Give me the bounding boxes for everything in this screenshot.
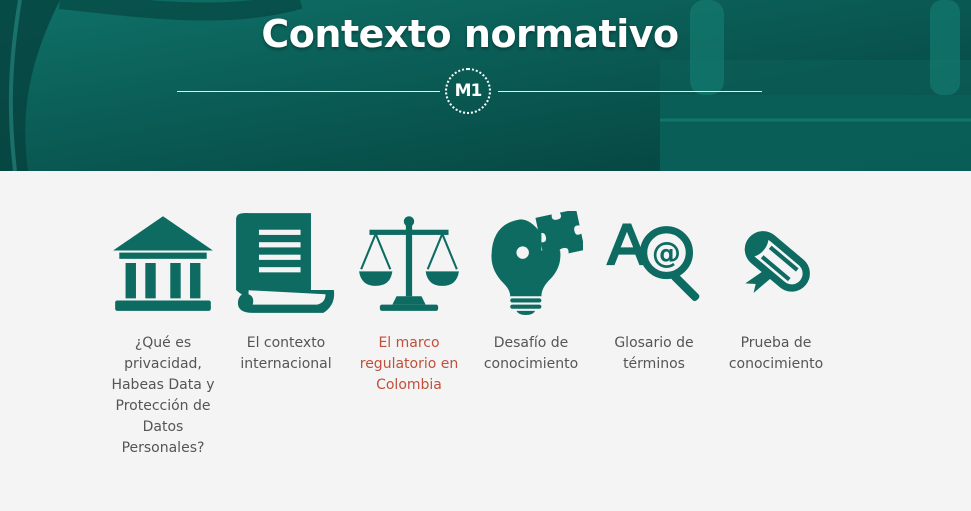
menu-item-label: Prueba de conocimiento	[728, 335, 824, 372]
module-badge: M1	[445, 68, 491, 114]
menu-item-label: Glosario de términos	[614, 335, 694, 372]
title-divider-right	[498, 91, 762, 92]
scroll-document-icon	[236, 213, 335, 313]
building-icon	[113, 216, 213, 311]
diploma-icon	[744, 231, 810, 294]
menu-item-label: El marco regulatorio en Colombia	[359, 335, 459, 393]
menu-item-contexto-internacional[interactable]: El contexto internacional	[226, 211, 346, 375]
svg-text:@: @	[652, 236, 681, 270]
title-divider-left	[177, 91, 440, 92]
menu-item-label: ¿Qué es privacidad, Habeas Data y Protec…	[111, 335, 215, 456]
menu-item-prueba[interactable]: Prueba de conocimiento	[716, 211, 836, 375]
menu-item-marco-regulatorio[interactable]: El marco regulatorio en Colombia	[349, 211, 469, 396]
page-title: Contexto normativo	[261, 12, 679, 56]
lightbulb-puzzle-icon	[491, 211, 583, 315]
menu-item-desafio[interactable]: Desafío de conocimiento	[471, 211, 591, 375]
header-banner: Contexto normativo M1	[0, 0, 971, 171]
module-menu: ¿Qué es privacidad, Habeas Data y Protec…	[0, 171, 971, 511]
menu-item-glosario[interactable]: @ Glosario de términos	[594, 211, 714, 375]
glossary-search-icon: @	[606, 223, 700, 302]
menu-item-label: El contexto internacional	[240, 335, 332, 372]
menu-item-privacidad[interactable]: ¿Qué es privacidad, Habeas Data y Protec…	[103, 211, 223, 459]
menu-item-label: Desafío de conocimiento	[483, 335, 579, 372]
scales-icon	[359, 216, 459, 311]
